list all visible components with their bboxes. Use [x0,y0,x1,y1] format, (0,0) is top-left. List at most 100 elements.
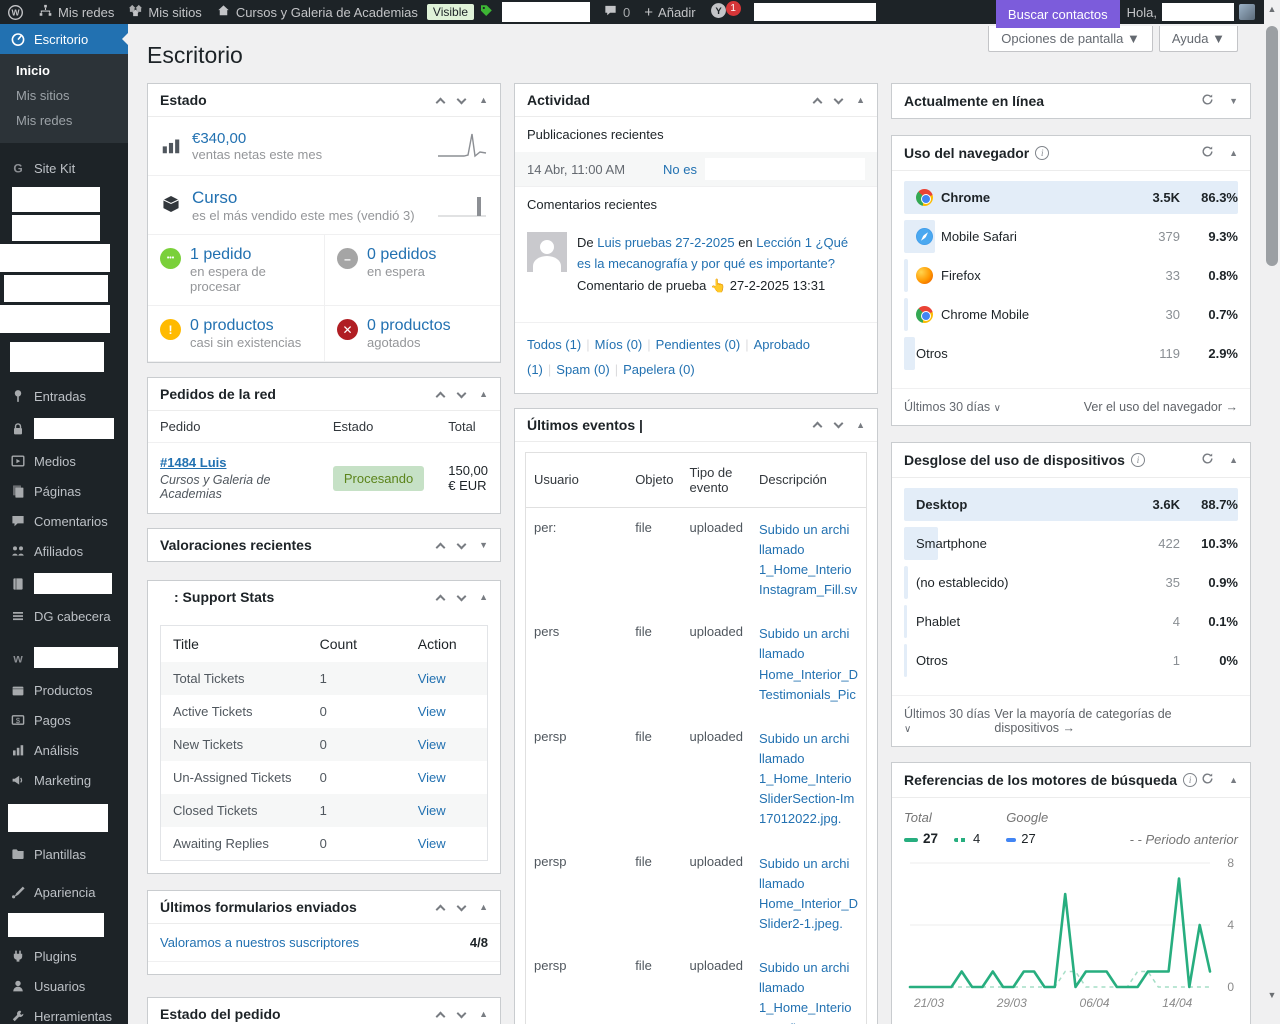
scroll-down-icon[interactable]: ▼ [1264,990,1280,1000]
move-up-icon[interactable] [436,542,446,552]
collapse-toggle[interactable]: ▲ [1229,455,1238,465]
redacted-sidebar-item[interactable] [12,187,100,212]
browser-row[interactable]: Mobile Safari 3799.3% [904,220,1238,253]
redacted-menu-item[interactable] [754,3,876,21]
device-row[interactable]: Smartphone 42210.3% [904,527,1238,560]
view-link[interactable]: View [418,836,446,851]
sidebar-item-plugins[interactable]: Plugins [0,941,128,971]
comment-filter-link[interactable]: Míos (0) [595,337,643,352]
info-icon[interactable]: i [1131,453,1145,467]
sidebar-subitem-mis-redes[interactable]: Mis redes [0,108,128,133]
view-link[interactable]: View [418,704,446,719]
account-menu[interactable]: Hola, [1120,0,1262,24]
view-link[interactable]: View [418,803,446,818]
move-up-icon[interactable] [813,422,823,432]
redacted-sidebar-item[interactable] [12,215,100,241]
new-content-menu[interactable]: + Añadir [637,0,702,24]
redacted-sidebar-item[interactable] [8,804,108,832]
redacted-sidebar-item[interactable] [0,305,110,333]
my-sites-menu[interactable]: Mis sitios [121,0,208,24]
comment-filter-link[interactable]: Papelera (0) [623,362,695,377]
sidebar-item-plantillas[interactable]: Plantillas [0,839,128,869]
date-range-selector[interactable]: Últimos 30 días ∨ [904,707,994,735]
move-up-icon[interactable] [436,1011,446,1021]
sidebar-item-usuarios[interactable]: Usuarios [0,971,128,1001]
form-entry-link[interactable]: Valoramos a nuestros suscriptores [160,935,359,950]
sidebar-item-dg-cabecera[interactable]: DG cabecera [0,601,128,631]
collapse-toggle[interactable]: ▲ [479,902,488,912]
yoast-menu[interactable]: Y 1 [703,0,748,24]
view-device-categories-link[interactable]: Ver la mayoría de categorías de disposit… [994,707,1238,735]
scroll-up-icon[interactable]: ▲ [1264,4,1280,14]
comment-filter-link[interactable]: Spam (0) [556,362,609,377]
refresh-icon[interactable] [1200,771,1215,789]
sidebar-item-herramientas[interactable]: Herramientas [0,1001,128,1024]
net-sales-link[interactable]: €340,00 [192,130,246,147]
browser-row[interactable]: Otros 1192.9% [904,337,1238,370]
sidebar-item-pagos[interactable]: $Pagos [0,705,128,735]
move-down-icon[interactable] [457,94,467,104]
move-up-icon[interactable] [436,391,446,401]
scrollbar-thumb[interactable] [1266,26,1278,266]
move-up-icon[interactable] [436,594,446,604]
page-scrollbar[interactable]: ▲ ▼ [1264,0,1280,1024]
info-icon[interactable]: i [1035,146,1049,160]
device-row[interactable]: Otros 10% [904,644,1238,677]
sidebar-item-productos[interactable]: Productos [0,675,128,705]
move-down-icon[interactable] [457,539,467,549]
sidebar-item-marketing[interactable]: Marketing [0,765,128,795]
comments-menu[interactable]: 0 [596,0,637,24]
sidebar-item-redacted[interactable]: w [0,640,128,675]
stat-link[interactable]: 0 productos [190,317,274,334]
stat-link[interactable]: 0 productos [367,317,451,334]
sidebar-item-redacted[interactable] [0,411,128,446]
sidebar-subitem-inicio[interactable]: Inicio [0,58,128,83]
comment-author-link[interactable]: Luis pruebas 27-2-2025 [597,235,734,250]
redacted-sidebar-item[interactable] [0,244,110,272]
sidebar-subitem-mis-sitios[interactable]: Mis sitios [0,83,128,108]
redacted-menu-item[interactable] [502,2,590,22]
order-link[interactable]: #1484 Luis [160,455,227,470]
my-networks-menu[interactable]: Mis redes [31,0,121,24]
collapse-toggle[interactable]: ▲ [856,420,865,430]
refresh-icon[interactable] [1200,92,1215,110]
move-down-icon[interactable] [834,94,844,104]
comment-filter-link[interactable]: Pendientes (0) [656,337,741,352]
sidebar-item-apariencia[interactable]: Apariencia [0,877,128,907]
stat-link[interactable]: 1 pedido [190,246,251,263]
collapse-toggle[interactable]: ▲ [479,389,488,399]
collapse-toggle[interactable]: ▲ [1229,775,1238,785]
info-icon[interactable]: i [1183,773,1197,787]
redacted-sidebar-item[interactable] [8,913,104,937]
view-link[interactable]: View [418,737,446,752]
redacted-sidebar-item[interactable] [10,342,104,372]
refresh-icon[interactable] [1200,451,1215,469]
comment-filter-link[interactable]: Todos (1) [527,337,581,352]
move-down-icon[interactable] [834,419,844,429]
sidebar-item-redacted[interactable] [0,566,128,601]
browser-row[interactable]: Chrome 3.5K86.3% [904,181,1238,214]
view-browser-usage-link[interactable]: Ver el uso del navegador → [1084,400,1238,414]
move-up-icon[interactable] [436,904,446,914]
move-down-icon[interactable] [457,901,467,911]
view-link[interactable]: View [418,671,446,686]
collapse-toggle[interactable]: ▼ [479,540,488,550]
move-up-icon[interactable] [813,97,823,107]
current-site-menu[interactable]: Cursos y Galeria de Academias [209,0,425,24]
device-row[interactable]: Desktop 3.6K88.7% [904,488,1238,521]
wordpress-logo-icon[interactable]: W [0,0,31,24]
sidebar-item-entradas[interactable]: Entradas [0,381,128,411]
device-row[interactable]: Phablet 40.1% [904,605,1238,638]
sidebar-item-escritorio[interactable]: Escritorio [0,24,128,54]
move-up-icon[interactable] [436,97,446,107]
collapse-toggle[interactable]: ▲ [479,95,488,105]
move-down-icon[interactable] [457,388,467,398]
sidebar-item-comentarios[interactable]: Comentarios [0,506,128,536]
browser-row[interactable]: Firefox 330.8% [904,259,1238,292]
sidebar-item-análisis[interactable]: Análisis [0,735,128,765]
sidebar-item-site-kit[interactable]: GSite Kit [0,153,128,183]
redacted-sidebar-item[interactable] [4,275,108,302]
screen-options-button[interactable]: Opciones de pantalla ▼ [988,26,1153,52]
date-range-selector[interactable]: Últimos 30 días ∨ [904,400,1001,414]
collapse-toggle[interactable]: ▲ [479,1009,488,1019]
